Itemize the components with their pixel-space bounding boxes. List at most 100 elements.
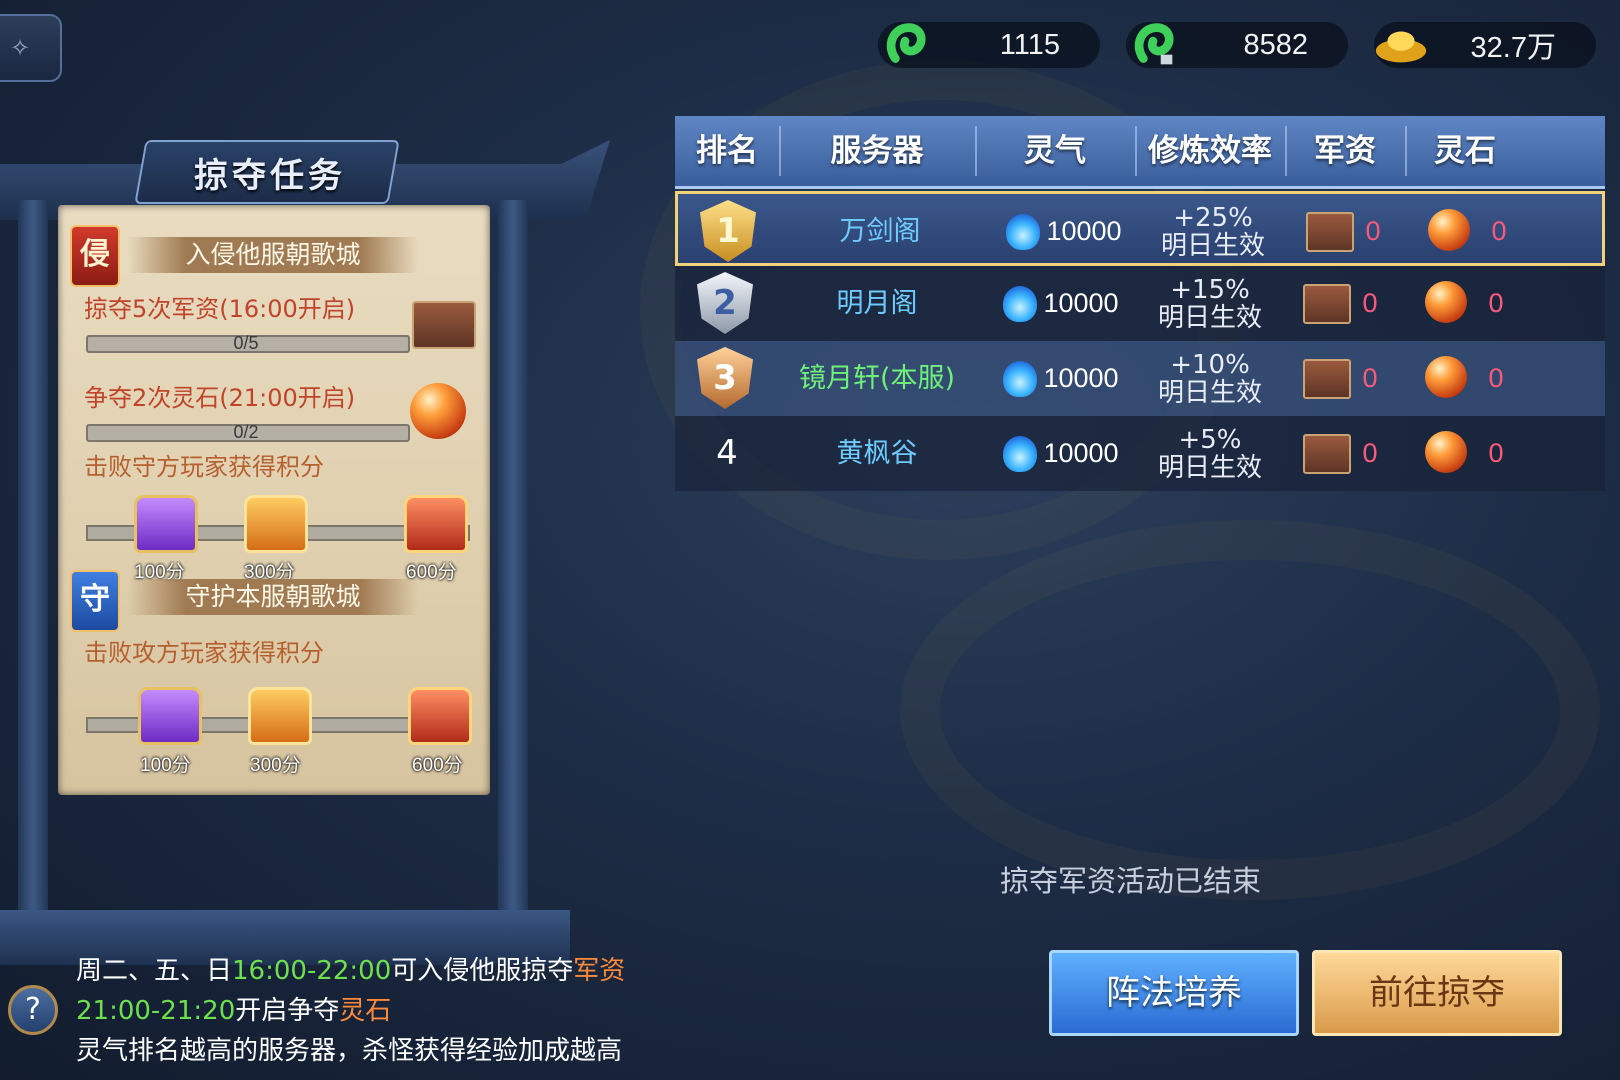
task-contest-progress-text: 0/2 xyxy=(233,422,259,442)
rate-percent: +10% xyxy=(1170,350,1250,380)
rank-medal-gold-icon: 1 xyxy=(700,200,756,262)
info-time-1: 16:00-22:00 xyxy=(232,956,392,986)
activity-ended-text: 掠夺军资活动已结束 xyxy=(1000,864,1262,898)
jade-count: 1115 xyxy=(999,28,1060,61)
invade-score-label: 击败守方玩家获得积分 xyxy=(84,453,324,481)
rank-number: 4 xyxy=(716,433,738,473)
rate-note: 明日生效 xyxy=(1157,453,1262,483)
reward-chest-gold-icon[interactable] xyxy=(244,495,308,553)
supply-crate-icon xyxy=(1306,212,1354,252)
reward-points: 300分 xyxy=(250,755,301,776)
right-post xyxy=(498,200,528,910)
supply-crate-icon xyxy=(412,301,476,349)
stones-value: 0 xyxy=(1491,216,1507,246)
task-plunder-supplies: 掠夺5次军资(16:00开启) xyxy=(84,295,356,323)
table-row[interactable]: 3 镜月轩(本服) 10000 +10% 明日生效 0 0 xyxy=(675,341,1605,416)
info-stones: 灵石 xyxy=(339,996,392,1026)
formation-training-button[interactable]: 阵法培养 xyxy=(1049,950,1299,1036)
rate-value: +10% 明日生效 xyxy=(1135,351,1285,407)
supplies-value: 0 xyxy=(1362,288,1378,318)
task-plunder-progress-text: 0/5 xyxy=(233,333,259,353)
supplies-value: 0 xyxy=(1362,438,1378,468)
invade-badge: 侵 xyxy=(70,225,120,287)
reward-chest-gold-icon[interactable] xyxy=(248,687,312,745)
spirit-stone-icon xyxy=(1425,431,1467,473)
defend-title: 守护本服朝歌城 xyxy=(128,579,418,615)
header-rate: 修炼效率 xyxy=(1148,133,1272,169)
aura-flame-icon xyxy=(1003,286,1037,322)
server-name-own: 镜月轩(本服) xyxy=(798,363,956,394)
spirit-stone-icon xyxy=(1425,281,1467,323)
stones-value: 0 xyxy=(1488,363,1504,393)
compass-icon: ✧ xyxy=(10,34,31,62)
aura-value: 10000 xyxy=(1043,288,1119,318)
stones-value: 0 xyxy=(1488,438,1504,468)
server-name: 明月阁 xyxy=(836,288,918,319)
info-line-3: 灵气排名越高的服务器，杀怪获得经验加成越高 xyxy=(76,1036,623,1066)
background-swirl xyxy=(900,520,1600,900)
info-text-1: 可入侵他服掠夺 xyxy=(391,956,574,986)
header-supplies: 军资 xyxy=(1314,133,1376,169)
table-row[interactable]: 4 黄枫谷 10000 +5% 明日生效 0 0 xyxy=(675,416,1605,491)
go-raid-button[interactable]: 前往掠夺 xyxy=(1312,950,1562,1036)
spirit-stone-icon xyxy=(1425,356,1467,398)
stones-value: 0 xyxy=(1488,288,1504,318)
aura-value: 10000 xyxy=(1046,216,1122,246)
server-name: 万剑阁 xyxy=(839,216,921,247)
panel-title: 掠夺任务 xyxy=(194,156,346,196)
reward-chest-purple-icon[interactable] xyxy=(138,687,202,745)
reward-points: 600分 xyxy=(412,755,463,776)
aura-flame-icon xyxy=(1003,361,1037,397)
spirit-stone-icon xyxy=(1428,209,1470,251)
table-row[interactable]: 1 万剑阁 10000 +25% 明日生效 0 0 xyxy=(675,191,1605,266)
rate-note: 明日生效 xyxy=(1160,231,1265,261)
table-header: 排名 服务器 灵气 修炼效率 军资 灵石 xyxy=(675,116,1605,189)
task-contest-stones: 争夺2次灵石(21:00开启) xyxy=(84,384,356,412)
header-stones: 灵石 xyxy=(1434,133,1496,169)
rate-percent: +5% xyxy=(1178,425,1242,455)
info-line-1: 周二、五、日16:00-22:00可入侵他服掠夺军资 xyxy=(76,950,625,987)
bound-jade-icon xyxy=(1134,23,1174,65)
server-name: 黄枫谷 xyxy=(836,438,918,469)
invade-title: 入侵他服朝歌城 xyxy=(128,237,418,273)
rate-value: +25% 明日生效 xyxy=(1138,204,1288,260)
defend-badge: 守 xyxy=(70,570,120,632)
resource-bound-jade: 8582 xyxy=(1126,22,1348,68)
help-question-icon[interactable]: ? xyxy=(8,985,58,1035)
bound-jade-count: 8582 xyxy=(1243,28,1308,61)
header-rank: 排名 xyxy=(696,133,758,169)
header-aura: 灵气 xyxy=(1024,133,1086,169)
rank-medal-bronze-icon: 3 xyxy=(697,347,753,409)
rate-percent: +15% xyxy=(1170,275,1250,305)
task-scroll: 侵 入侵他服朝歌城 掠夺5次军资(16:00开启) 0/5 争夺2次灵石(21:… xyxy=(58,205,490,795)
aura-flame-icon xyxy=(1003,436,1037,472)
left-post xyxy=(18,200,48,910)
rate-note: 明日生效 xyxy=(1157,303,1262,333)
supply-crate-icon xyxy=(1303,434,1351,474)
reward-chest-purple-icon[interactable] xyxy=(134,495,198,553)
info-time-2: 21:00-21:20 xyxy=(76,996,236,1026)
rate-percent: +25% xyxy=(1173,203,1253,233)
resource-jade: 1115 xyxy=(878,22,1100,68)
resource-gold: 32.7万 xyxy=(1374,22,1596,68)
info-text-2: 开启争夺 xyxy=(235,996,340,1026)
aura-flame-icon xyxy=(1006,214,1040,250)
header-server: 服务器 xyxy=(830,133,924,169)
corner-menu-button[interactable]: ✧ xyxy=(0,14,62,82)
rank-medal-silver-icon: 2 xyxy=(697,272,753,334)
info-supplies: 军资 xyxy=(573,956,626,986)
aura-value: 10000 xyxy=(1043,363,1119,393)
gold-count: 32.7万 xyxy=(1470,32,1556,64)
jade-icon xyxy=(886,23,926,63)
info-days: 周二、五、日 xyxy=(76,956,233,986)
reward-chest-red-icon[interactable] xyxy=(404,495,468,553)
defend-score-label: 击败攻方玩家获得积分 xyxy=(84,639,324,667)
supplies-value: 0 xyxy=(1365,216,1381,246)
reward-chest-red-icon[interactable] xyxy=(408,687,472,745)
rate-note: 明日生效 xyxy=(1157,378,1262,408)
table-row[interactable]: 2 明月阁 10000 +15% 明日生效 0 0 xyxy=(675,266,1605,341)
rate-value: +5% 明日生效 xyxy=(1135,426,1285,482)
info-line-2: 21:00-21:20开启争夺灵石 xyxy=(76,990,391,1027)
aura-value: 10000 xyxy=(1043,438,1119,468)
supplies-value: 0 xyxy=(1362,363,1378,393)
